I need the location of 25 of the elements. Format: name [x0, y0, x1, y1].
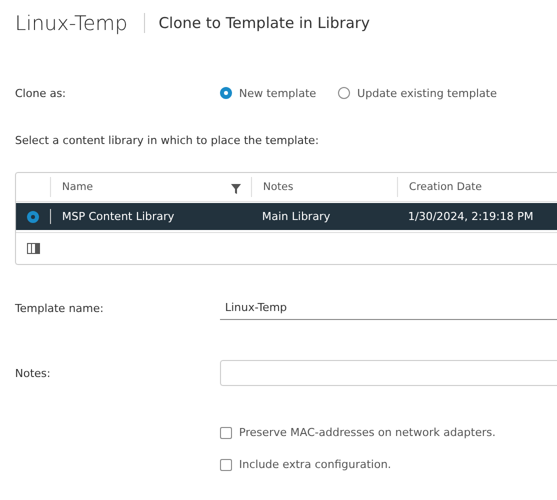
notes-field[interactable]	[220, 360, 557, 386]
page-title: Linux-Temp	[15, 11, 128, 35]
field-label: Clone as:	[15, 86, 67, 100]
radio-button[interactable]	[220, 87, 232, 99]
page-subtitle: Clone to Template in Library	[158, 14, 370, 32]
checkbox[interactable]	[220, 458, 232, 470]
checkbox-label[interactable]: Preserve MAC-addresses on network adapters.	[239, 426, 496, 439]
column-header[interactable]: Name	[50, 177, 251, 197]
table-cell: MSP Content Library	[62, 210, 174, 223]
radio-button[interactable]	[27, 210, 39, 222]
table-cell: Main Library	[262, 210, 330, 223]
field-label: Template name:	[15, 302, 105, 314]
field-label: Notes:	[15, 366, 52, 380]
radio-label[interactable]: New template	[239, 86, 316, 100]
filter-icon	[231, 184, 241, 194]
column-header[interactable]: Creation Date	[397, 177, 557, 197]
radio-label[interactable]: Update existing template	[357, 86, 497, 100]
checkbox[interactable]	[220, 426, 232, 438]
columns-icon	[27, 243, 40, 254]
column-header[interactable]: Notes	[251, 177, 397, 197]
instruction-text: Select a content library in which to place the template:	[15, 134, 320, 149]
radio-button[interactable]	[338, 87, 350, 99]
table-cell: 1/30/2024, 2:19:18 PM	[408, 210, 534, 223]
table-row[interactable]: MSP Content Library Main Library 1/30/2024, 2:19:18 PM	[16, 203, 557, 230]
checkbox-label[interactable]: Include extra configuration.	[239, 458, 392, 471]
